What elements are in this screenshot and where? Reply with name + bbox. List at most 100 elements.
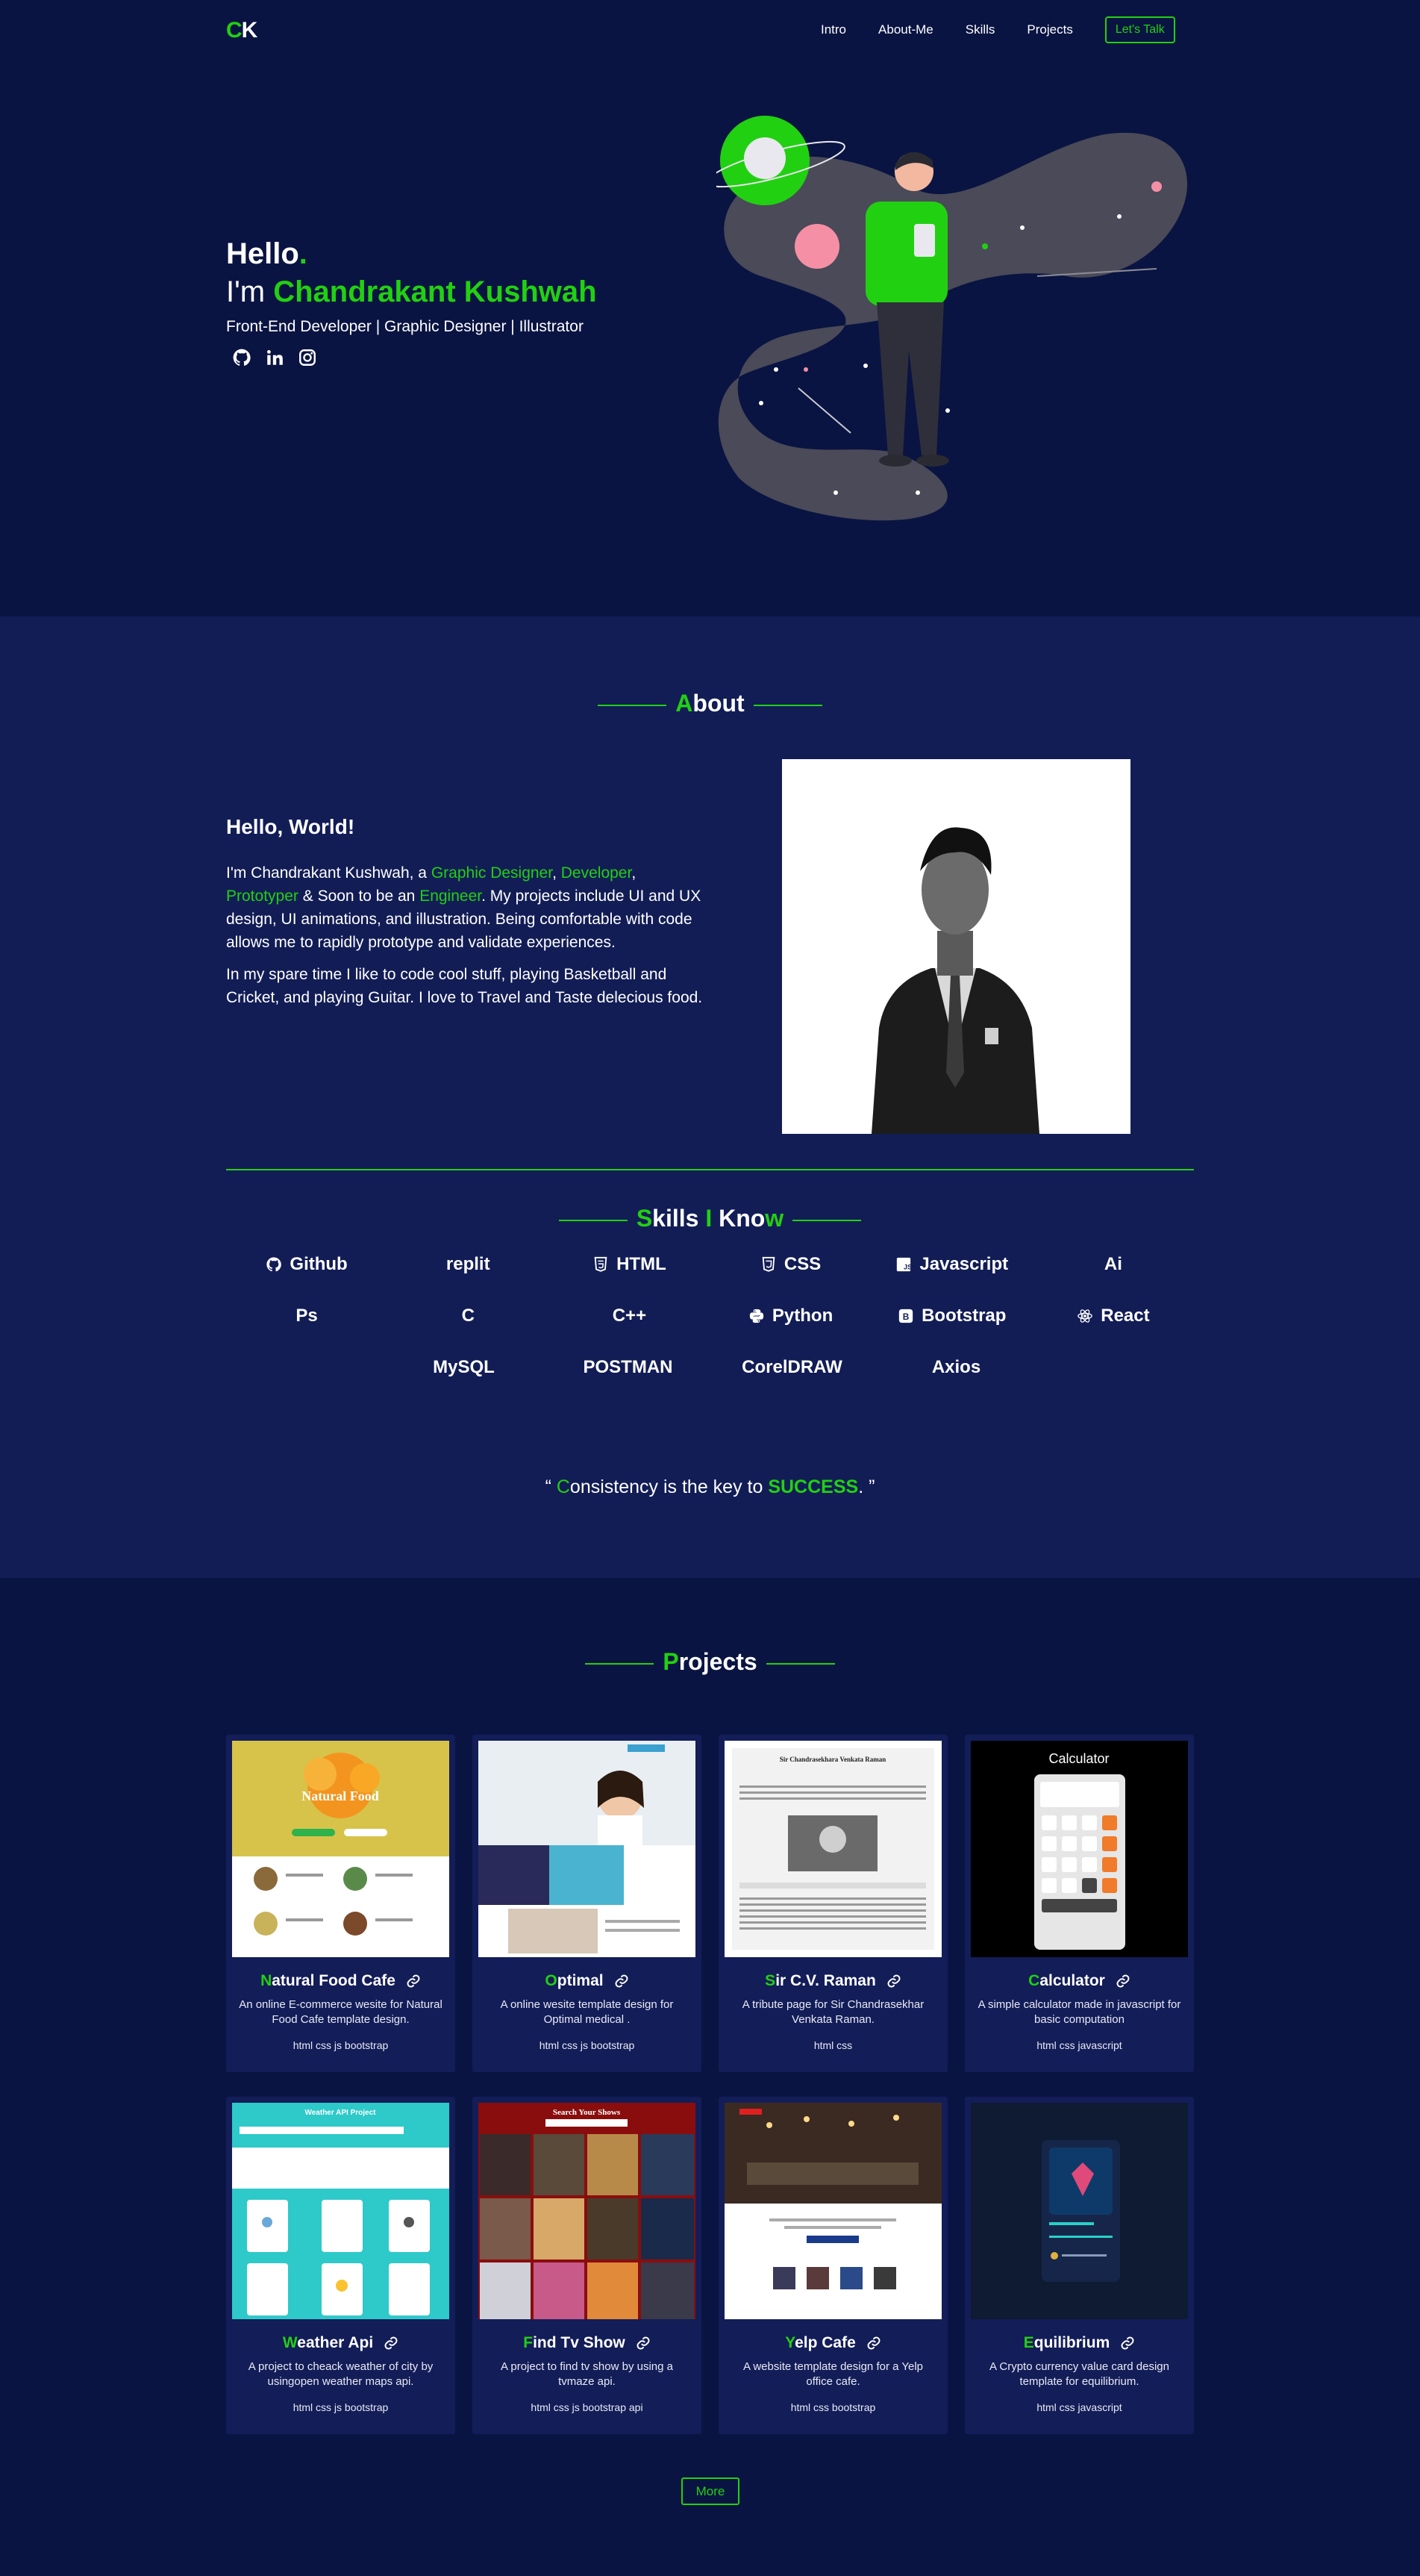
skills-grid: Github replit HTML CSS JS Javascript Ai P…	[226, 1251, 1194, 1406]
logo[interactable]: CK	[226, 18, 257, 43]
project-title[interactable]: Calculator	[971, 1972, 1188, 1990]
projects-grid: Natural Food Natural Food Cafe An online…	[226, 1735, 1194, 2434]
weather-thumb-title: Weather API Project	[304, 2109, 376, 2117]
project-card[interactable]: Natural Food Natural Food Cafe An online…	[226, 1735, 455, 2072]
project-title[interactable]: Weather Api	[232, 2334, 449, 2352]
project-tech: html css js bootstrap api	[531, 2401, 643, 2413]
nav-link-intro[interactable]: Intro	[821, 22, 846, 37]
project-thumbnail: Sir Chandrasekhara Venkata Raman	[725, 1741, 942, 1957]
skills-title: Skills I Know	[0, 1205, 1420, 1232]
skills-row-1: Github replit HTML CSS JS Javascript Ai	[226, 1251, 1194, 1278]
project-tech: html css javascript	[1036, 2401, 1122, 2413]
skill-coreldraw: CorelDRAW	[742, 1357, 842, 1377]
github-icon	[266, 1257, 282, 1272]
project-card[interactable]: Search Your Shows Find Tv Show A project…	[472, 2097, 701, 2434]
skill-html: HTML	[548, 1251, 710, 1278]
link-icon[interactable]	[614, 1974, 629, 1989]
link-icon[interactable]	[384, 2336, 398, 2351]
project-description: A project to find tv show by using a tvm…	[501, 2360, 673, 2388]
linkedin-icon[interactable]	[265, 348, 284, 367]
hero-roles: Front-End Developer | Graphic Designer |…	[226, 318, 584, 335]
link-icon[interactable]	[866, 2336, 881, 2351]
project-title[interactable]: Sir C.V. Raman	[725, 1972, 942, 1990]
project-description: A project to cheack weather of city by u…	[248, 2360, 434, 2388]
project-card[interactable]: Equilibrium A Crypto currency value card…	[965, 2097, 1194, 2434]
project-tech: html css javascript	[1036, 2039, 1122, 2051]
about-section: About Hello, World! I'm Chandrakant Kush…	[0, 617, 1420, 1578]
nav-links: Intro About-Me Skills Projects Let's Tal…	[821, 16, 1175, 43]
about-paragraph-2: In my spare time I like to code cool stu…	[226, 966, 703, 1006]
skill-cpp: C++	[612, 1306, 647, 1326]
skill-axios: Axios	[931, 1357, 981, 1377]
link-icon[interactable]	[1116, 1974, 1130, 1989]
project-tech: html css js bootstrap	[539, 2039, 635, 2051]
project-description: An online E-commerce wesite for Natural …	[239, 1998, 442, 2026]
profile-photo	[782, 759, 1130, 1134]
project-thumbnail: Natural Food	[232, 1741, 449, 1957]
github-icon[interactable]	[232, 348, 251, 367]
link-icon[interactable]	[1120, 2336, 1135, 2351]
project-title[interactable]: Natural Food Cafe	[232, 1972, 449, 1990]
project-thumbnail	[725, 2103, 942, 2319]
skill-mysql: MySQL	[433, 1357, 495, 1377]
project-title[interactable]: Yelp Cafe	[725, 2334, 942, 2352]
link-icon[interactable]	[636, 2336, 651, 2351]
lets-talk-button[interactable]: Let's Talk	[1104, 16, 1175, 43]
project-description: A website template design for a Yelp off…	[743, 2360, 923, 2388]
instagram-icon[interactable]	[298, 348, 317, 367]
nav-link-skills[interactable]: Skills	[966, 22, 995, 37]
skill-bootstrap: B Bootstrap	[872, 1303, 1033, 1329]
css3-icon	[762, 1256, 775, 1272]
project-title[interactable]: Find Tv Show	[478, 2334, 695, 2352]
nav-link-projects[interactable]: Projects	[1027, 22, 1072, 37]
project-tech: html css js bootstrap	[293, 2039, 389, 2051]
bootstrap-icon: B	[898, 1309, 913, 1323]
skill-css: CSS	[710, 1251, 872, 1278]
skill-postman: POSTMAN	[583, 1357, 673, 1377]
project-thumbnail: Calculator	[971, 1741, 1188, 1957]
project-thumbnail	[971, 2103, 1188, 2319]
project-tech: html css bootstrap	[790, 2401, 876, 2413]
html5-icon	[594, 1256, 607, 1272]
food-thumb-title: Natural Food	[301, 1788, 379, 1803]
project-description: A online wesite template design for Opti…	[500, 1998, 674, 2026]
calc-thumb-title: Calculator	[1048, 1751, 1109, 1766]
skill-react: React	[1033, 1303, 1194, 1329]
nav-link-about[interactable]: About-Me	[878, 22, 933, 37]
project-card[interactable]: Weather API Project Weather Api A projec…	[226, 2097, 455, 2434]
skill-github: Github	[226, 1251, 387, 1278]
js-icon: JS	[897, 1257, 912, 1272]
skills-row-3: MySQL POSTMAN CorelDRAW Axios	[226, 1354, 1194, 1381]
project-description: A simple calculator made in javascript f…	[978, 1998, 1181, 2026]
about-heading: Hello, World!	[226, 815, 355, 838]
svg-text:B: B	[903, 1312, 910, 1322]
skill-javascript: JS Javascript	[872, 1251, 1033, 1278]
skill-replit: replit	[445, 1254, 490, 1274]
hero-greeting: Hello.	[226, 237, 307, 270]
tv-thumb-title: Search Your Shows	[553, 2108, 621, 2117]
about-paragraph-1: I'm Chandrakant Kushwah, a Graphic Desig…	[226, 864, 701, 951]
svg-text:JS: JS	[904, 1263, 912, 1270]
skill-ai: Ai	[1104, 1254, 1122, 1274]
social-links	[232, 348, 597, 367]
projects-section: Projects Natural Food Natural Food Cafe …	[0, 1578, 1420, 2576]
more-projects-button[interactable]: More	[681, 2477, 739, 2505]
top-nav: CK Intro About-Me Skills Projects Let's …	[0, 0, 1420, 60]
tribute-thumb-title: Sir Chandrasekhara Venkata Raman	[780, 1756, 886, 1763]
project-tech: html css js bootstrap	[293, 2401, 389, 2413]
hero-intro: Hello. I'm Chandrakant Kushwah Front-End…	[226, 237, 597, 367]
project-title[interactable]: Equilibrium	[971, 2334, 1188, 2352]
project-card[interactable]: Optimal A online wesite template design …	[472, 1735, 701, 2072]
project-thumbnail	[478, 1741, 695, 1957]
link-icon[interactable]	[406, 1974, 421, 1989]
project-card[interactable]: Yelp Cafe A website template design for …	[719, 2097, 948, 2434]
project-title[interactable]: Optimal	[478, 1972, 695, 1990]
skills-row-2: Ps C C++ Python B Bootstrap React	[226, 1303, 1194, 1329]
project-card[interactable]: Calculator Calculator A simple calculato…	[965, 1735, 1194, 2072]
link-icon[interactable]	[886, 1974, 901, 1989]
motto-quote: “ Consistency is the key to SUCCESS. ”	[545, 1476, 875, 1497]
project-description: A Crypto currency value card design temp…	[989, 2360, 1169, 2388]
project-description: A tribute page for Sir Chandrasekhar Ven…	[742, 1998, 925, 2026]
project-card[interactable]: Sir Chandrasekhara Venkata Raman Sir C.V…	[719, 1735, 948, 2072]
about-text: Hello, World! I'm Chandrakant Kushwah, a…	[226, 815, 704, 1018]
